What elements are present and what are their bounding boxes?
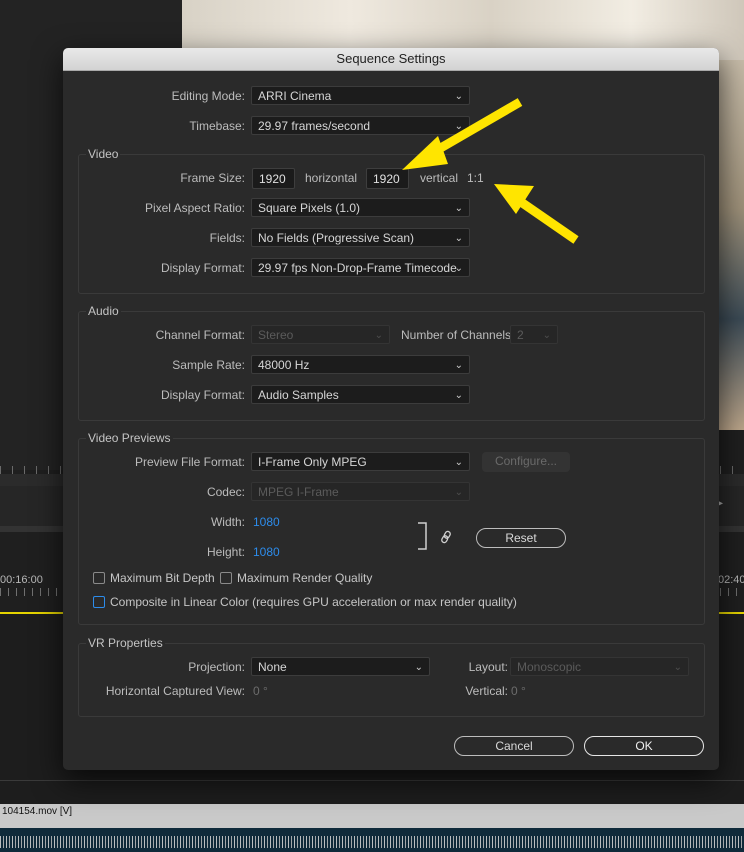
vr-properties-group [78, 643, 705, 717]
track-divider [0, 780, 744, 781]
preview-file-format-dropdown[interactable]: I-Frame Only MPEG ⌄ [251, 452, 470, 471]
vertical-view-label: Vertical: [465, 684, 508, 698]
fields-value: No Fields (Progressive Scan) [258, 231, 415, 245]
num-channels-dropdown[interactable]: 2 ⌄ [510, 325, 558, 344]
projection-dropdown[interactable]: None ⌄ [251, 657, 430, 676]
sample-rate-label: Sample Rate: [172, 358, 245, 372]
vertical-label: vertical [420, 171, 459, 185]
horizontal-view-value: 0 ° [253, 684, 268, 698]
video-display-format-dropdown[interactable]: 29.97 fps Non-Drop-Frame Timecode ⌄ [251, 258, 470, 277]
video-display-format-value: 29.97 fps Non-Drop-Frame Timecode [258, 261, 457, 275]
preview-width-value[interactable]: 1080 [253, 512, 280, 532]
pixel-aspect-label: Pixel Aspect Ratio: [144, 201, 245, 215]
projection-label: Projection: [188, 660, 245, 674]
max-render-quality-checkbox[interactable] [220, 572, 232, 584]
linear-color-checkbox[interactable] [93, 596, 105, 608]
layout-value: Monoscopic [517, 660, 582, 674]
sample-rate-dropdown[interactable]: 48000 Hz ⌄ [251, 355, 470, 374]
frame-size-label: Frame Size: [180, 171, 245, 185]
chevron-down-icon: ⌄ [454, 91, 463, 102]
editing-mode-dropdown[interactable]: ARRI Cinema ⌄ [251, 86, 470, 105]
audio-display-format-label: Display Format: [160, 388, 245, 402]
chevron-down-icon: ⌄ [454, 121, 463, 132]
preview-height-label: Height: [206, 545, 245, 559]
chevron-down-icon: ⌄ [542, 330, 551, 341]
horizontal-view-label: Horizontal Captured View: [105, 684, 245, 698]
timecode-left: 00:16:00 [0, 574, 43, 586]
fields-label: Fields: [209, 231, 245, 245]
clip-label: 104154.mov [V] [2, 806, 73, 817]
timebase-value: 29.97 frames/second [258, 119, 371, 133]
codec-dropdown[interactable]: MPEG I-Frame ⌄ [251, 482, 470, 501]
chevron-down-icon: ⌄ [673, 662, 682, 673]
codec-label: Codec: [206, 485, 245, 499]
editing-mode-value: ARRI Cinema [258, 89, 332, 103]
vr-properties-group-title: VR Properties [86, 636, 165, 650]
video-clip[interactable]: 104154.mov [V] [0, 804, 744, 828]
max-bit-depth-checkbox[interactable] [93, 572, 105, 584]
pixel-aspect-dropdown[interactable]: Square Pixels (1.0) ⌄ [251, 198, 470, 217]
configure-button[interactable]: Configure... [482, 452, 570, 472]
layout-label: Layout: [468, 660, 508, 674]
chevron-down-icon: ⌄ [454, 487, 463, 498]
channel-format-value: Stereo [258, 328, 294, 342]
codec-value: MPEG I-Frame [258, 485, 339, 499]
num-channels-value: 2 [517, 328, 524, 342]
aspect-ratio-value: 1:1 [467, 171, 484, 185]
chevron-down-icon: ⌄ [454, 360, 463, 371]
max-bit-depth-label: Maximum Bit Depth [110, 571, 215, 585]
linear-color-label: Composite in Linear Color (requires GPU … [110, 595, 517, 609]
frame-height-input[interactable]: 1920 [366, 168, 409, 189]
pixel-aspect-value: Square Pixels (1.0) [258, 201, 361, 215]
audio-display-format-dropdown[interactable]: Audio Samples ⌄ [251, 385, 470, 404]
audio-group-title: Audio [86, 304, 121, 318]
video-previews-group-title: Video Previews [86, 431, 173, 445]
chevron-down-icon: ⌄ [374, 330, 383, 341]
preview-width-label: Width: [210, 515, 245, 529]
reset-button[interactable]: Reset [476, 528, 566, 548]
audio-clip[interactable] [0, 828, 744, 852]
timebase-dropdown[interactable]: 29.97 frames/second ⌄ [251, 116, 470, 135]
channel-format-dropdown[interactable]: Stereo ⌄ [251, 325, 390, 344]
timebase-label: Timebase: [189, 119, 245, 133]
chevron-down-icon: ⌄ [454, 457, 463, 468]
sample-rate-value: 48000 Hz [258, 358, 310, 372]
cancel-button[interactable]: Cancel [454, 736, 574, 756]
sequence-settings-dialog: Sequence Settings Editing Mode: ARRI Cin… [63, 48, 719, 770]
layout-dropdown[interactable]: Monoscopic ⌄ [510, 657, 689, 676]
chevron-down-icon: ⌄ [454, 203, 463, 214]
audio-waveform [0, 836, 744, 848]
max-render-quality-label: Maximum Render Quality [237, 571, 373, 585]
vertical-view-value: 0 ° [511, 684, 526, 698]
ok-button[interactable]: OK [584, 736, 704, 756]
dialog-title: Sequence Settings [63, 48, 719, 71]
video-display-format-label: Display Format: [160, 261, 245, 275]
fields-dropdown[interactable]: No Fields (Progressive Scan) ⌄ [251, 228, 470, 247]
preview-height-value[interactable]: 1080 [253, 542, 280, 562]
horizontal-label: horizontal [305, 171, 358, 185]
chevron-down-icon: ⌄ [454, 263, 463, 274]
program-monitor-edge [718, 60, 744, 430]
frame-width-input[interactable]: 1920 [252, 168, 295, 189]
editing-mode-label: Editing Mode: [171, 89, 245, 103]
chevron-down-icon: ⌄ [454, 390, 463, 401]
link-icon[interactable] [416, 521, 456, 553]
num-channels-label: Number of Channels: [401, 328, 515, 342]
preview-file-format-value: I-Frame Only MPEG [258, 455, 367, 469]
channel-format-label: Channel Format: [155, 328, 245, 342]
chevron-down-icon: ⌄ [454, 233, 463, 244]
projection-value: None [258, 660, 287, 674]
preview-file-format-label: Preview File Format: [134, 455, 245, 469]
timecode-right: 02:40 [718, 574, 744, 586]
video-group-title: Video [86, 147, 121, 161]
audio-display-format-value: Audio Samples [258, 388, 339, 402]
